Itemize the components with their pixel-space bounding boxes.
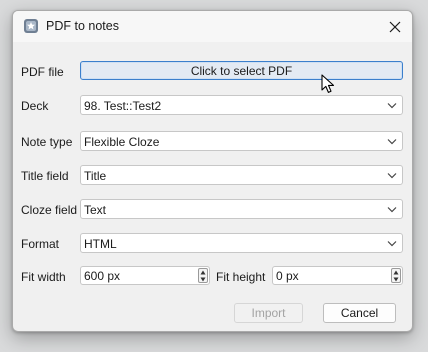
fit-height-value: 0 px — [276, 269, 299, 283]
fit-width-label: Fit width — [21, 270, 66, 284]
title-field-value: Title — [84, 169, 107, 183]
fit-width-value: 600 px — [84, 269, 121, 283]
fit-width-spinbox[interactable]: 600 px — [80, 266, 210, 285]
deck-label: Deck — [21, 99, 49, 113]
import-button[interactable]: Import — [234, 303, 303, 323]
deck-select[interactable]: 98. Test::Test2 — [80, 95, 403, 115]
cloze-field-label: Cloze field — [21, 203, 78, 217]
note-type-select[interactable]: Flexible Cloze — [80, 131, 403, 151]
format-label: Format — [21, 237, 60, 251]
arrow-up-icon — [200, 270, 206, 275]
chevron-down-icon — [387, 207, 397, 213]
pdf-to-notes-dialog: PDF to notes PDF file Click to select PD… — [12, 10, 413, 332]
mouse-cursor-icon — [321, 74, 335, 93]
cancel-button[interactable]: Cancel — [323, 303, 396, 323]
chevron-down-icon — [387, 241, 397, 247]
fit-height-label: Fit height — [216, 270, 266, 284]
fit-height-stepper[interactable] — [391, 268, 401, 283]
fit-height-spinbox[interactable]: 0 px — [272, 266, 403, 285]
format-select[interactable]: HTML — [80, 233, 403, 253]
note-type-label: Note type — [21, 135, 73, 149]
close-icon — [389, 21, 401, 33]
chevron-down-icon — [387, 173, 397, 179]
select-pdf-button[interactable]: Click to select PDF — [80, 61, 403, 80]
arrow-down-icon — [393, 277, 399, 282]
chevron-down-icon — [387, 139, 397, 145]
anki-app-icon — [24, 19, 38, 33]
chevron-down-icon — [387, 103, 397, 109]
note-type-value: Flexible Cloze — [84, 135, 160, 149]
deck-value: 98. Test::Test2 — [84, 99, 162, 113]
window-title: PDF to notes — [46, 19, 119, 33]
format-value: HTML — [84, 237, 117, 251]
title-field-label: Title field — [21, 169, 69, 183]
title-bar[interactable]: PDF to notes — [13, 11, 412, 42]
pdf-file-label: PDF file — [21, 65, 64, 79]
arrow-down-icon — [200, 277, 206, 282]
title-field-select[interactable]: Title — [80, 165, 403, 185]
cloze-field-value: Text — [84, 203, 107, 217]
cloze-field-select[interactable]: Text — [80, 199, 403, 219]
close-button[interactable] — [384, 16, 406, 38]
arrow-up-icon — [393, 270, 399, 275]
fit-width-stepper[interactable] — [198, 268, 208, 283]
